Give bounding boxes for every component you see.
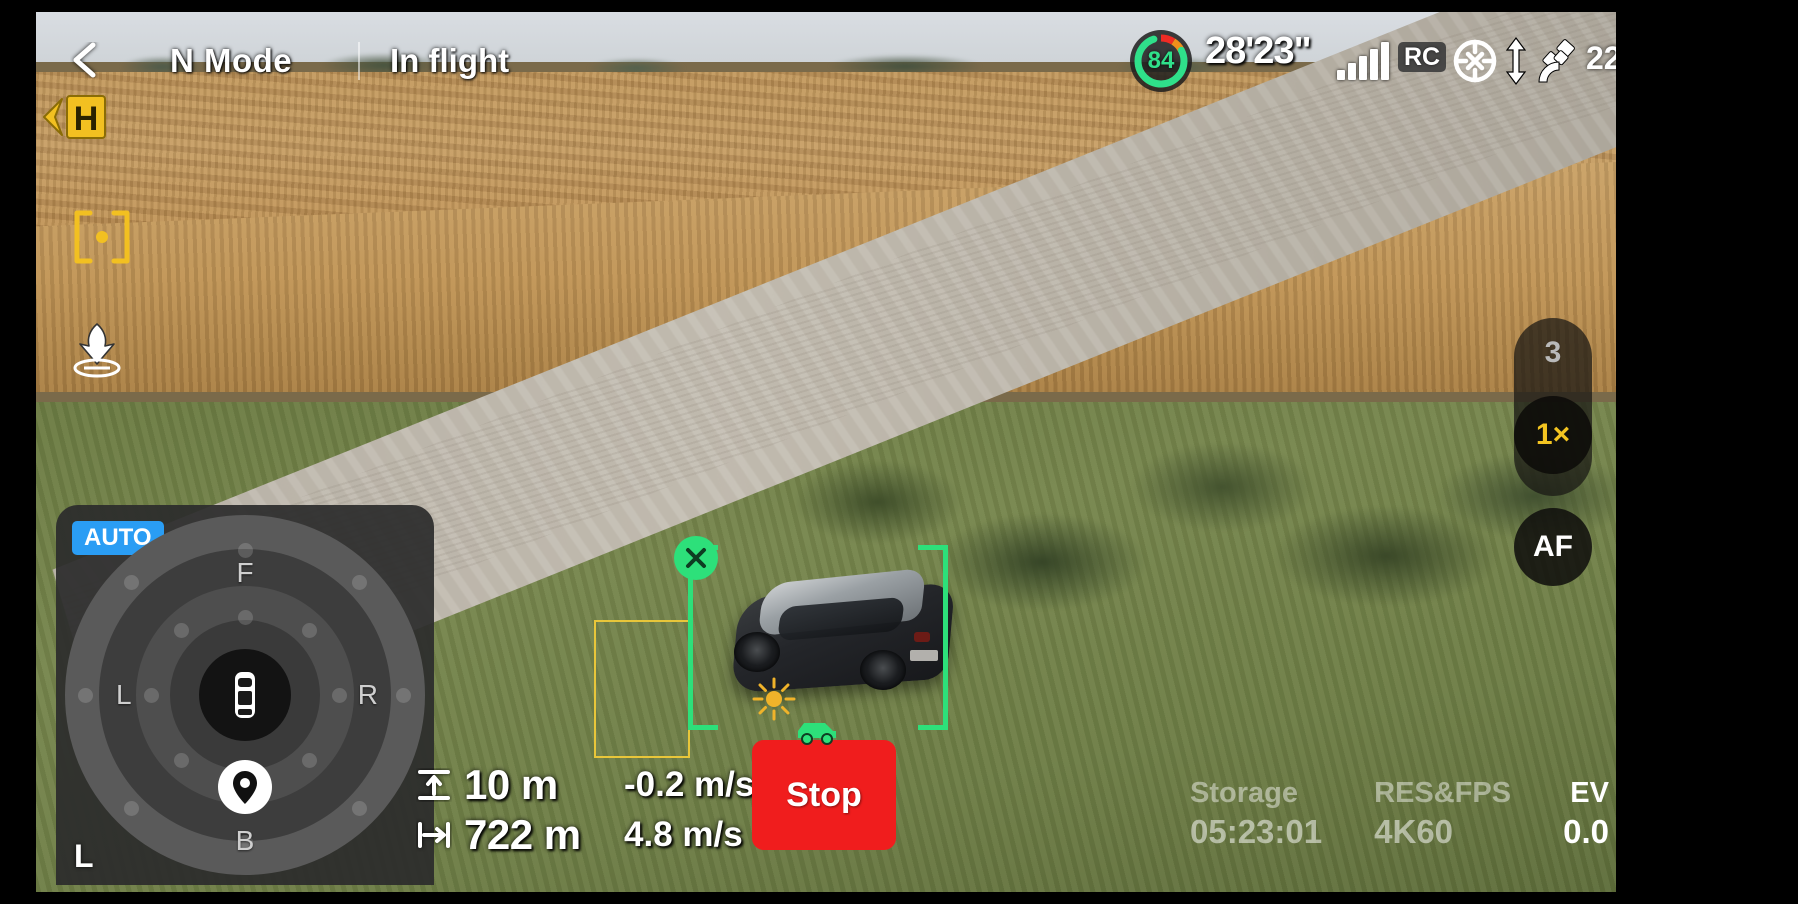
vehicle-top-view-icon bbox=[232, 670, 258, 720]
tracking-corner-br bbox=[918, 700, 948, 730]
battery-percent: 84 bbox=[1147, 47, 1175, 74]
resfps-info[interactable]: RES&FPS 4K60 bbox=[1374, 775, 1511, 853]
vertical-arrows-icon bbox=[1503, 36, 1529, 86]
chevron-left-icon bbox=[70, 42, 100, 78]
flight-time: 28'23" bbox=[1205, 30, 1312, 72]
home-label: H bbox=[66, 95, 106, 139]
camera-control-rail: 4:30 AUTO bbox=[1616, 0, 1798, 904]
autofocus-button[interactable]: AF bbox=[1514, 508, 1592, 586]
tracking-corner-tr bbox=[918, 545, 948, 575]
stop-button[interactable]: Stop bbox=[752, 740, 896, 850]
radar-dot bbox=[302, 753, 317, 768]
radar-dot bbox=[238, 543, 253, 558]
tracking-box[interactable] bbox=[688, 545, 948, 730]
telemetry-readout: 10 m -0.2 m/s 722 m 4.8 m/s bbox=[416, 760, 754, 860]
radar-label-right: R bbox=[357, 679, 378, 710]
storage-label: Storage bbox=[1190, 777, 1298, 809]
auto-landing-icon[interactable] bbox=[68, 320, 126, 378]
zoom-selector[interactable]: 3 1× bbox=[1514, 318, 1592, 496]
radar-dot bbox=[174, 753, 189, 768]
radar-label-left: L bbox=[116, 679, 132, 710]
distance-value: 722 m bbox=[464, 811, 581, 858]
tracking-corner-bl bbox=[688, 700, 718, 730]
vertical-speed-value: -0.2 m/s bbox=[624, 765, 755, 804]
distance-row: 722 m 4.8 m/s bbox=[416, 810, 754, 860]
home-direction-arrow-icon bbox=[38, 95, 64, 139]
zoom-option-1x[interactable]: 1× bbox=[1514, 396, 1592, 474]
battery-indicator[interactable]: 84 bbox=[1128, 28, 1194, 94]
top-bar-divider bbox=[358, 42, 360, 80]
radar-dot bbox=[238, 610, 253, 625]
obstacle-radar-widget[interactable]: AUTO F L R B L bbox=[56, 505, 434, 885]
tracked-vehicle-icon bbox=[795, 718, 839, 746]
radar-label-front: F bbox=[236, 557, 254, 588]
radar-dot bbox=[124, 801, 139, 816]
horizontal-speed-value: 4.8 m/s bbox=[624, 815, 743, 854]
radar-dot bbox=[144, 688, 159, 703]
storage-value: 05:23:01 bbox=[1190, 813, 1323, 851]
flight-mode-label[interactable]: N Mode bbox=[170, 42, 292, 80]
camera-info-bar: Storage 05:23:01 RES&FPS 4K60 EV 0.0 bbox=[1190, 775, 1609, 853]
sun-exposure-icon[interactable] bbox=[752, 677, 796, 721]
ev-value: 0.0 bbox=[1563, 813, 1609, 851]
radar-dot bbox=[332, 688, 347, 703]
radar-dot bbox=[396, 688, 411, 703]
drone-camera-app: N Mode In flight 84 28'23" RC 22 H AUTO … bbox=[0, 0, 1798, 904]
rc-badge: RC bbox=[1398, 42, 1447, 73]
radar-corner-label: L bbox=[74, 838, 94, 874]
distance-icon bbox=[416, 818, 452, 852]
radar-dot bbox=[352, 801, 367, 816]
hud-overlay: N Mode In flight 84 28'23" RC 22 H AUTO … bbox=[0, 0, 1798, 904]
storage-info: Storage 05:23:01 bbox=[1190, 775, 1322, 853]
radar-dot bbox=[124, 575, 139, 590]
focus-bracket-icon[interactable] bbox=[72, 210, 132, 264]
home-point-indicator[interactable]: H bbox=[38, 95, 106, 139]
back-button[interactable] bbox=[70, 42, 100, 78]
resfps-label: RES&FPS bbox=[1374, 777, 1512, 809]
ev-label: EV bbox=[1570, 777, 1609, 809]
altitude-value: 10 m bbox=[464, 761, 558, 808]
radar-dot bbox=[78, 688, 93, 703]
radar-dot bbox=[302, 623, 317, 638]
zoom-option-3x[interactable]: 3 bbox=[1514, 336, 1592, 370]
obstacle-avoidance-icon[interactable] bbox=[1452, 38, 1498, 84]
ev-info[interactable]: EV 0.0 bbox=[1563, 775, 1609, 853]
radar-dot bbox=[174, 623, 189, 638]
reference-box bbox=[594, 620, 690, 758]
satellite-icon bbox=[1537, 38, 1585, 84]
resfps-value: 4K60 bbox=[1374, 813, 1453, 851]
location-pin-icon[interactable] bbox=[216, 758, 274, 816]
altitude-row: 10 m -0.2 m/s bbox=[416, 760, 754, 810]
radar-dot bbox=[352, 575, 367, 590]
altitude-icon bbox=[416, 768, 452, 802]
flight-state-label: In flight bbox=[390, 42, 510, 79]
signal-bars-icon bbox=[1337, 42, 1389, 80]
radar-label-back: B bbox=[235, 825, 255, 856]
close-tracking-icon[interactable] bbox=[674, 536, 718, 580]
